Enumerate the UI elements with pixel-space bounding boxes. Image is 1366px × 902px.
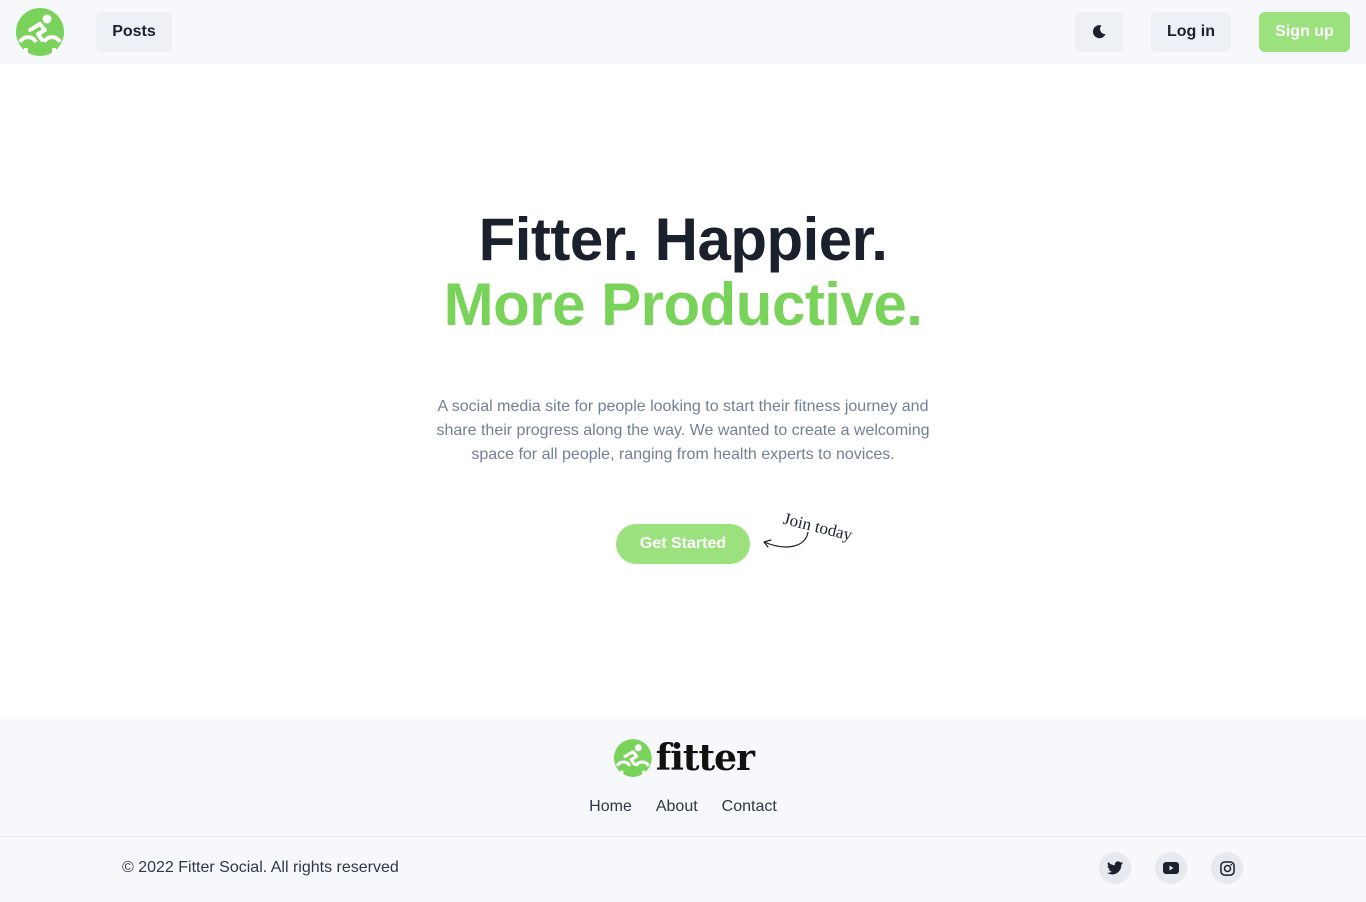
hero-title-line1: Fitter. Happier. [478, 206, 888, 273]
theme-toggle-button[interactable] [1075, 12, 1123, 52]
hero-description: A social media site for people looking t… [436, 398, 930, 463]
footer-nav: Home About Contact [0, 798, 1366, 816]
footer-logo-text: fitter [655, 737, 755, 779]
footer-link-contact[interactable]: Contact [722, 798, 777, 816]
footer-link-home[interactable]: Home [589, 798, 632, 816]
twitter-icon [1107, 861, 1123, 875]
instagram-button[interactable] [1211, 852, 1243, 884]
youtube-icon [1163, 862, 1179, 874]
youtube-button[interactable] [1155, 852, 1187, 884]
twitter-button[interactable] [1099, 852, 1131, 884]
cyclist-logo-icon[interactable] [16, 8, 64, 56]
footer-link-about[interactable]: About [656, 798, 698, 816]
footer-divider [0, 836, 1366, 837]
posts-button[interactable]: Posts [96, 12, 172, 52]
cyclist-logo-icon [614, 739, 652, 777]
signup-button[interactable]: Sign up [1259, 12, 1350, 52]
footer: fitter Home About Contact © 2022 Fitter … [0, 719, 1366, 902]
top-navbar: Posts Log in Sign up [0, 0, 1366, 64]
hero-title-line2: More Productive. [443, 271, 923, 338]
footer-logo[interactable]: fitter [614, 735, 755, 781]
instagram-icon [1219, 860, 1235, 876]
login-button[interactable]: Log in [1151, 12, 1231, 52]
get-started-button[interactable]: Get Started [616, 524, 750, 564]
moon-icon [1092, 25, 1106, 39]
curved-arrow-icon [763, 531, 809, 548]
copyright-text: © 2022 Fitter Social. All rights reserve… [122, 859, 399, 876]
